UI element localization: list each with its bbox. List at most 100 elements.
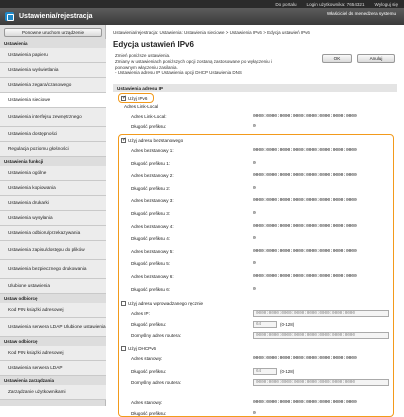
sidebar-item[interactable]: Ustawienia wysyłania: [0, 211, 106, 226]
sidebar-item-label: Ustaw odbiorcę: [4, 339, 38, 344]
settings-app-icon: [5, 12, 14, 21]
sidebar-item[interactable]: Ustawienia zapisu/dostępu do plików: [0, 241, 106, 260]
dhcp-prefix-label: Długość prefiksu:: [131, 369, 167, 374]
sidebar-item[interactable]: Ustawienia serwera LDAP: [0, 361, 106, 376]
stateless-row-label: Adres bezstanowy 1:: [131, 148, 174, 153]
sidebar-item-label: Ustawienia dostępności: [8, 130, 58, 136]
stateless-row-value: 0: [253, 236, 256, 242]
stateless-row-value: 0000:0000:0000:0000:0000:0000:0000:0000: [253, 223, 357, 229]
sidebar-item-label: Kod PIN książki adresowej: [8, 349, 64, 355]
logout-link[interactable]: Wyloguj się: [375, 2, 398, 7]
sidebar-item-label: Regulacja poziomu głośności: [8, 145, 69, 151]
sidebar-category: Ustawienia: [0, 39, 106, 48]
checkbox-checked-icon: [121, 137, 127, 143]
stateless-row-label: Długość prefiksu 4:: [131, 236, 171, 242]
sidebar-item-label: Ustawienia ogólne: [8, 169, 47, 175]
stateless-row-value: 0000:0000:0000:0000:0000:0000:0000:0000: [253, 148, 357, 153]
sidebar-item[interactable]: Ustawienia drukarki: [0, 196, 106, 211]
checkbox-checked-icon: [121, 95, 127, 101]
ok-button[interactable]: OK: [322, 54, 352, 63]
stateful-address-label: Adres stanowy:: [131, 400, 163, 405]
sidebar-item[interactable]: Regulacja poziomu głośności: [0, 142, 106, 157]
stateless-row-value: 0: [253, 286, 256, 292]
sidebar-item-label: Ustawienia wysyłania: [8, 214, 53, 220]
stateless-row-value: 0000:0000:0000:0000:0000:0000:0000:0000: [253, 198, 357, 204]
sidebar-item-label: Ustawienia interfejsu zewnętrznego: [8, 113, 82, 119]
sidebar-item[interactable]: Ustawienia wyświetlania: [0, 63, 106, 78]
sidebar-item[interactable]: Ustawienia serwera LDAP Ulubione ustawie…: [0, 318, 106, 337]
stateless-row-label: Adres bezstanowy 2:: [131, 173, 174, 179]
sidebar-item[interactable]: Kod PIN książki adresowej: [0, 303, 106, 318]
sidebar-item-label: Ustawienia sieciowe: [8, 96, 51, 102]
dhcp-router-label: Domyślny adres routera:: [131, 380, 182, 385]
stateless-row-value: 0: [253, 261, 256, 267]
sidebar-item-label: Zarządzanie użytkownikami: [8, 388, 66, 394]
dhcp-router-input[interactable]: 0000:0000:0000:0000:0000:0000:0000:0000: [253, 379, 389, 386]
sidebar-item-label: Ustawienia papieru: [8, 51, 48, 57]
stateless-row-label: Adres bezstanowy 6:: [131, 274, 174, 279]
stateless-row-label: Długość prefiksu 5:: [131, 261, 171, 267]
sidebar-item[interactable]: Zarządzanie użytkownikami: [0, 385, 106, 400]
manual-router-label: Domyślny adres routera:: [131, 333, 182, 338]
link-local-label: Adres Link-Local:: [131, 114, 167, 119]
sidebar-item[interactable]: Ustawienia sieciowe: [0, 93, 106, 108]
manual-ip-label: Adres IP:: [131, 311, 150, 316]
use-manual-address-checkbox[interactable]: Użyj adresu wprowadzanego ręcznie: [121, 300, 203, 307]
cancel-button[interactable]: Anuluj: [357, 54, 395, 63]
sidebar-item-label: Ustawienia bezpiecznego drukowania: [8, 265, 87, 271]
link-local-prefix-label: Długość prefiksu:: [131, 124, 167, 129]
sidebar-item-label: Ustawienia funkcji: [4, 159, 44, 164]
dhcp-prefix-input[interactable]: 64: [253, 368, 277, 375]
sidebar-item-label: Ustawienia zarządzania: [4, 378, 55, 383]
sidebar-item-label: Ustawienia serwera LDAP: [8, 364, 63, 370]
checkbox-unchecked-icon: [121, 346, 126, 351]
stateful-address-value: 0000:0000:0000:0000:0000:0000:0000:0000: [253, 400, 357, 405]
main-content: Ustawienia/rejestracja: Ustawienia: Usta…: [107, 25, 404, 417]
use-stateless-checkbox[interactable]: Użyj adresu bezstanowego: [121, 137, 183, 144]
manual-prefix-label: Długość prefiksu:: [131, 322, 167, 327]
sidebar-item-label: Ustawienia zegara/czasowego: [8, 81, 72, 87]
use-ipv6-checkbox[interactable]: Użyj IPv6: [121, 95, 147, 102]
dhcp-address-label: Adres stanowy:: [131, 356, 163, 361]
sidebar: Ponowne uruchom urządzenie Ustawienia Ust…: [0, 25, 106, 406]
sidebar-item-label: Ulubione ustawienia: [8, 282, 50, 288]
breadcrumb: Ustawienia/rejestracja: Ustawienia: Usta…: [113, 30, 310, 35]
portal-link[interactable]: Do portalu: [275, 2, 296, 7]
stateless-row-label: Adres bezstanowy 3:: [131, 198, 174, 204]
sidebar-item[interactable]: Ustawienia dostępności: [0, 127, 106, 142]
manual-router-input[interactable]: 0000:0000:0000:0000:0000:0000:0000:0000: [253, 332, 389, 339]
sidebar-item-label: Ustawienia serwera LDAP Ulubione ustawie…: [8, 323, 106, 329]
link-local-value: 0000:0000:0000:0000:0000:0000:0000:0000: [253, 114, 357, 119]
link-local-heading: Adres Link-Local: [124, 104, 159, 109]
stateless-row-value: 0: [253, 185, 256, 191]
dhcp-address-value: 0000:0000:0000:0000:0000:0000:0000:0000: [253, 356, 357, 361]
sidebar-item[interactable]: Ustawienia papieru: [0, 48, 106, 63]
stateless-row-label: Adres bezstanowy 5:: [131, 248, 174, 254]
sidebar-item[interactable]: Ustawienia bezpiecznego drukowania: [0, 260, 106, 279]
sidebar-item-label: Ustawienia drukarki: [8, 199, 49, 205]
sidebar-item[interactable]: Ustawienia ogólne: [0, 166, 106, 181]
checkbox-unchecked-icon: [121, 301, 126, 306]
sidebar-category: Ustawienia funkcji: [0, 157, 106, 166]
manual-ip-input[interactable]: 0000:0000:0000:0000:0000:0000:0000:0000: [253, 310, 389, 317]
stateless-row-value: 0000:0000:0000:0000:0000:0000:0000:0000: [253, 274, 357, 279]
sidebar-item[interactable]: Ustawienia odbioru/przekazywania: [0, 226, 106, 241]
restart-device-button[interactable]: Ponowne uruchom urządzenie: [4, 28, 102, 37]
sidebar-item-label: Ustawienia zapisu/dostępu do plików: [8, 246, 85, 252]
sidebar-item[interactable]: Kod PIN książki adresowej: [0, 346, 106, 361]
sidebar-item[interactable]: Ustawienia kopiowania: [0, 181, 106, 196]
sidebar-item[interactable]: Ulubione ustawienia: [0, 279, 106, 294]
manual-prefix-range: (0-128): [280, 322, 295, 327]
sidebar-item[interactable]: Ustawienia interfejsu zewnętrznego: [0, 108, 106, 127]
stateless-row-label: Długość prefiksu 3:: [131, 211, 171, 216]
use-dhcpv6-checkbox[interactable]: Użyj DHCPv6: [121, 345, 156, 352]
stateless-row-value: 0000:0000:0000:0000:0000:0000:0000:0000: [253, 173, 357, 179]
sidebar-nav: Ustawienia Ustawienia papieru Ustawienia w…: [0, 39, 106, 400]
sys-admin-label: Właściciel ds menedżera systemu: [326, 11, 396, 16]
dhcp-prefix-range: (0-128): [280, 369, 295, 374]
manual-prefix-input[interactable]: 64: [253, 321, 277, 328]
page-title: Edycja ustawień IPv6: [113, 40, 194, 49]
app-title: Ustawienia/rejestracja: [19, 13, 93, 20]
sidebar-item[interactable]: Ustawienia zegara/czasowego: [0, 78, 106, 93]
sidebar-category: Ustawienia zarządzania: [0, 376, 106, 385]
